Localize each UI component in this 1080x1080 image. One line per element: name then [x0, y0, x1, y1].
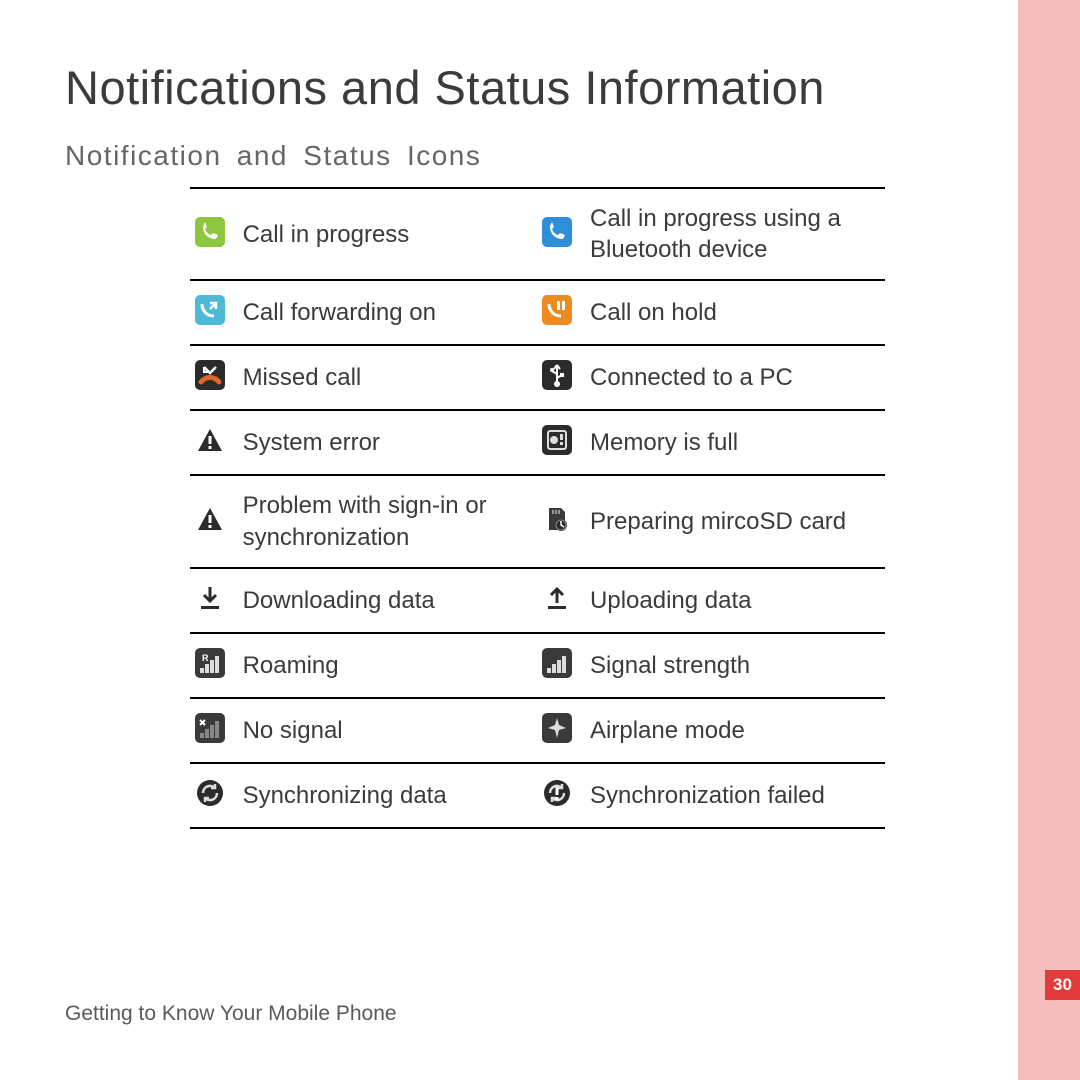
table-row: R Roaming Signal strength: [190, 633, 885, 698]
page-title: Notifications and Status Information: [65, 60, 980, 115]
sync-data-icon: [195, 778, 225, 808]
icon-label: Synchronizing data: [238, 763, 538, 828]
download-icon: [195, 583, 225, 613]
icon-label: System error: [238, 410, 538, 475]
table-row: Missed call Connected to a PC: [190, 345, 885, 410]
roaming-icon: R: [195, 648, 225, 678]
icon-label: Preparing mircoSD card: [585, 475, 885, 567]
table-row: Call forwarding on Call on hold: [190, 280, 885, 345]
icon-label: Uploading data: [585, 568, 885, 633]
memory-full-icon: [542, 425, 572, 455]
call-bluetooth-icon: [542, 217, 572, 247]
preparing-sd-icon: [542, 504, 572, 534]
page-side-tab: 30: [1018, 0, 1080, 1080]
table-row: Call in progress Call in progress using …: [190, 188, 885, 280]
icon-label: Missed call: [238, 345, 538, 410]
icon-label: No signal: [238, 698, 538, 763]
icon-label: Signal strength: [585, 633, 885, 698]
icon-label: Memory is full: [585, 410, 885, 475]
sync-failed-icon: [542, 778, 572, 808]
icon-label: Connected to a PC: [585, 345, 885, 410]
icon-legend-table: Call in progress Call in progress using …: [190, 187, 885, 829]
icon-label: Downloading data: [238, 568, 538, 633]
footer-text: Getting to Know Your Mobile Phone: [65, 1002, 397, 1026]
icon-label: Call forwarding on: [238, 280, 538, 345]
airplane-mode-icon: [542, 713, 572, 743]
no-signal-icon: [195, 713, 225, 743]
table-row: Synchronizing data Synchronization faile…: [190, 763, 885, 828]
icon-label: Roaming: [238, 633, 538, 698]
usb-connected-icon: [542, 360, 572, 390]
icon-label: Call in progress using a Bluetooth devic…: [585, 188, 885, 280]
svg-text:R: R: [202, 653, 209, 663]
signal-strength-icon: [542, 648, 572, 678]
page-number: 30: [1045, 970, 1080, 1000]
table-row: Downloading data Uploading data: [190, 568, 885, 633]
icon-label: Problem with sign-in or synchronization: [238, 475, 538, 567]
icon-label: Synchronization failed: [585, 763, 885, 828]
sync-problem-icon: [195, 504, 225, 534]
upload-icon: [542, 583, 572, 613]
table-row: System error Memory is full: [190, 410, 885, 475]
system-error-icon: [195, 425, 225, 455]
call-on-hold-icon: [542, 295, 572, 325]
icon-label: Call in progress: [238, 188, 538, 280]
table-row: No signal Airplane mode: [190, 698, 885, 763]
section-title: Notification and Status Icons: [65, 140, 980, 172]
icon-label: Airplane mode: [585, 698, 885, 763]
table-row: Problem with sign-in or synchronization …: [190, 475, 885, 567]
missed-call-icon: [195, 360, 225, 390]
call-forwarding-icon: [195, 295, 225, 325]
icon-label: Call on hold: [585, 280, 885, 345]
call-in-progress-icon: [195, 217, 225, 247]
